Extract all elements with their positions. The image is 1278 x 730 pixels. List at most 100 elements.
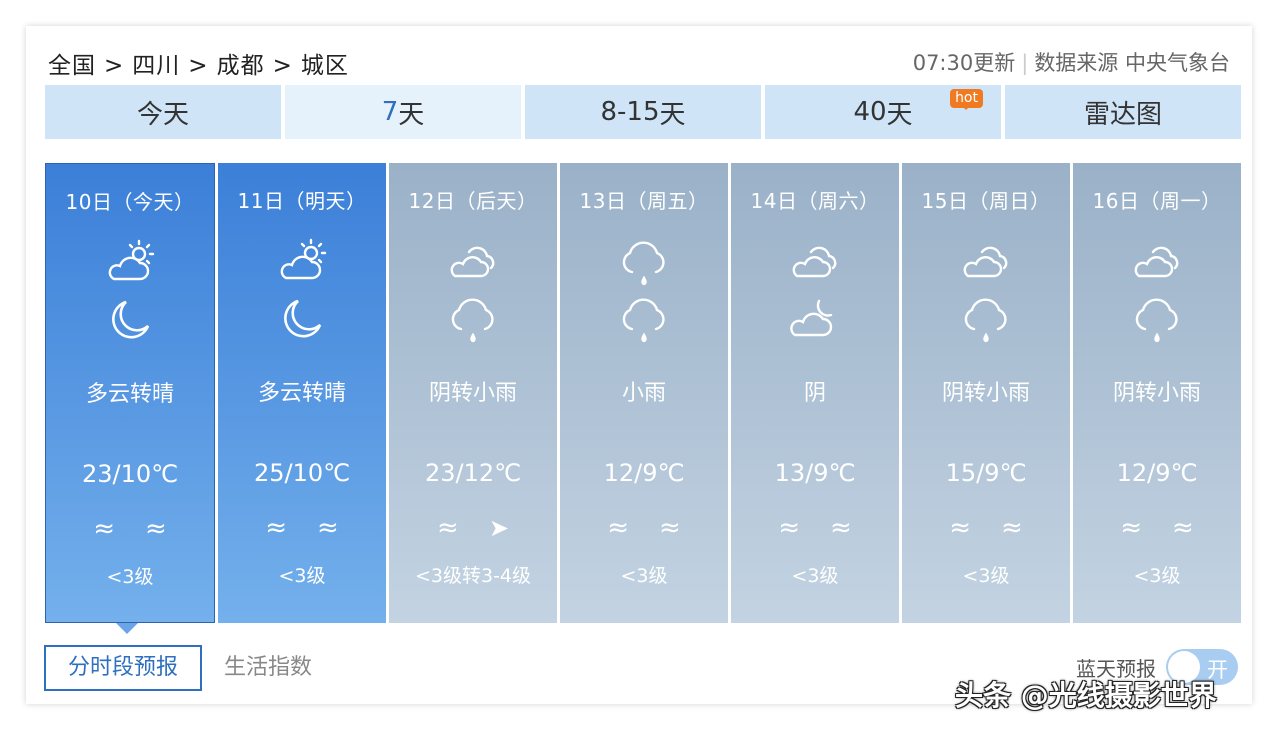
wind-icon: ≈ xyxy=(830,513,852,543)
wind-icons: ≈ ≈ xyxy=(46,514,214,544)
day-card[interactable]: 16日（周一） 阴转小雨 12/9℃ ≈ ≈ <3级 xyxy=(1073,163,1241,623)
light-rain-icon xyxy=(960,295,1012,345)
tab-radar[interactable]: 雷达图 xyxy=(1005,85,1241,139)
day-date: 11日（明天） xyxy=(237,189,367,213)
wind-icon: ≈ xyxy=(437,513,459,543)
wind-icons: ≈ ≈ xyxy=(731,513,899,543)
tab-label-number: 40 xyxy=(853,97,887,127)
wind-level: <3级 xyxy=(1133,565,1181,587)
wind-icons: ≈ ≈ xyxy=(218,513,386,543)
temperature-range: 23/12℃ xyxy=(424,459,522,487)
breadcrumb-item-district: 城区 xyxy=(300,53,349,79)
tab-life-index[interactable]: 生活指数 xyxy=(202,646,334,690)
light-rain-icon xyxy=(1131,295,1183,345)
wind-icons: ≈ ≈ xyxy=(1073,513,1241,543)
wind-icons: ≈ ➤ xyxy=(389,513,557,543)
day-date: 14日（周六） xyxy=(750,189,880,213)
bottom-tabs: 分时段预报 生活指数 xyxy=(44,645,334,691)
forecast-tabs: 今天 7天 8-15 天 40 天 hot 雷达图 xyxy=(45,85,1241,139)
wind-icon: ≈ xyxy=(607,513,629,543)
wind-icon: ≈ xyxy=(778,513,800,543)
tab-today[interactable]: 今天 xyxy=(45,85,281,139)
data-source: 07:30更新 | 数据来源 中央气象台 xyxy=(913,47,1230,77)
wind-icon: ≈ xyxy=(1001,513,1023,543)
wind-icon: ≈ xyxy=(659,513,681,543)
update-time: 07:30更新 xyxy=(912,51,1016,75)
wind-icon: ≈ xyxy=(317,513,339,543)
day-date: 15日（周日） xyxy=(921,189,1051,213)
weather-description: 阴转小雨 xyxy=(428,381,517,406)
hot-badge: hot xyxy=(950,89,983,110)
breadcrumb-item-province[interactable]: 四川 xyxy=(132,53,180,79)
overcast-icon xyxy=(447,238,499,284)
temperature-range: 12/9℃ xyxy=(603,459,685,487)
weather-panel: 全国 > 四川 > 成都 > 城区 07:30更新 | 数据来源 中央气象台 今天 7天 8-1… xyxy=(26,26,1252,704)
cloudy-night-icon xyxy=(789,295,841,345)
tab-label: 天 xyxy=(398,99,425,130)
moon-icon xyxy=(104,296,156,346)
tab-hourly-forecast[interactable]: 分时段预报 xyxy=(44,645,203,691)
selection-pointer xyxy=(116,623,138,634)
wind-icon: ≈ xyxy=(1172,513,1194,543)
day-date: 13日（周五） xyxy=(579,189,709,213)
wind-icons: ≈ ≈ xyxy=(560,513,728,543)
day-date: 12日（后天） xyxy=(408,189,538,213)
divider: | xyxy=(1021,51,1029,75)
wind-level: <3级 xyxy=(278,565,326,587)
overcast-icon xyxy=(1131,238,1183,284)
breadcrumb-item-city[interactable]: 成都 xyxy=(217,53,265,79)
day-date: 16日（周一） xyxy=(1092,189,1222,213)
temperature-range: 23/10℃ xyxy=(81,460,179,488)
partly-cloudy-sun-icon xyxy=(104,239,156,285)
light-rain-icon xyxy=(618,238,670,286)
tab-label: 天 xyxy=(659,99,686,130)
weather-description: 阴转小雨 xyxy=(941,381,1030,406)
temperature-range: 12/9℃ xyxy=(1116,459,1198,487)
overcast-icon xyxy=(789,238,841,284)
tab-label: 雷达图 xyxy=(1083,99,1162,130)
light-rain-icon xyxy=(447,295,499,345)
moon-icon xyxy=(276,295,328,345)
breadcrumb-separator: > xyxy=(272,53,293,79)
wind-level: <3级 xyxy=(962,565,1010,587)
wind-level: <3级转3-4级 xyxy=(414,565,532,587)
wind-icon: ≈ xyxy=(145,514,167,544)
day-card[interactable]: 14日（周六）阴 13/9℃ ≈ ≈ <3级 xyxy=(731,163,899,623)
wind-level: <3级 xyxy=(106,566,154,588)
tab-label: 天 xyxy=(886,99,913,130)
tab-40-days[interactable]: 40 天 hot xyxy=(765,85,1001,139)
wind-icons: ≈ ≈ xyxy=(902,513,1070,543)
weather-description: 小雨 xyxy=(621,381,666,406)
wind-icon: ➤ xyxy=(488,514,509,542)
temperature-range: 15/9℃ xyxy=(945,459,1027,487)
day-date: 10日（今天） xyxy=(65,190,195,214)
weather-description: 多云转晴 xyxy=(257,381,346,406)
day-card[interactable]: 13日（周五） 小雨 12/9℃ ≈ ≈ <3级 xyxy=(560,163,728,623)
breadcrumb: 全国 > 四川 > 成都 > 城区 xyxy=(48,46,349,80)
temperature-range: 25/10℃ xyxy=(253,459,351,487)
tab-label-number: 8-15 xyxy=(600,97,660,127)
watermark: 头条 @光线摄影世界 xyxy=(955,679,1217,712)
tab-8-15-days[interactable]: 8-15 天 xyxy=(525,85,761,139)
weather-description: 阴转小雨 xyxy=(1112,381,1201,406)
breadcrumb-separator: > xyxy=(188,53,209,79)
wind-icon: ≈ xyxy=(93,514,115,544)
wind-icon: ≈ xyxy=(1120,513,1142,543)
temperature-range: 13/9℃ xyxy=(774,459,856,487)
day-card[interactable]: 11日（明天） 多云转晴 25/10℃ ≈ ≈ <3级 xyxy=(218,163,386,623)
tab-label: 今天 xyxy=(136,99,189,130)
wind-level: <3级 xyxy=(791,565,839,587)
day-card[interactable]: 12日（后天） 阴转小雨 23/12℃ ≈ ➤ <3级转3-4级 xyxy=(389,163,557,623)
breadcrumb-separator: > xyxy=(104,53,125,79)
tab-label-number: 7 xyxy=(381,97,399,127)
wind-icon: ≈ xyxy=(265,513,287,543)
day-card[interactable]: 15日（周日） 阴转小雨 15/9℃ ≈ ≈ <3级 xyxy=(902,163,1070,623)
partly-cloudy-sun-icon xyxy=(276,238,328,284)
day-card[interactable]: 10日（今天） 多云转晴 23/10℃ ≈ ≈ <3级 xyxy=(45,163,215,623)
breadcrumb-item-country[interactable]: 全国 xyxy=(48,53,96,79)
source-label: 数据来源 中央气象台 xyxy=(1034,51,1230,75)
weather-description: 多云转晴 xyxy=(85,382,174,407)
weather-description: 阴 xyxy=(803,381,826,406)
tab-7-days[interactable]: 7天 xyxy=(285,85,521,139)
overcast-icon xyxy=(960,238,1012,284)
